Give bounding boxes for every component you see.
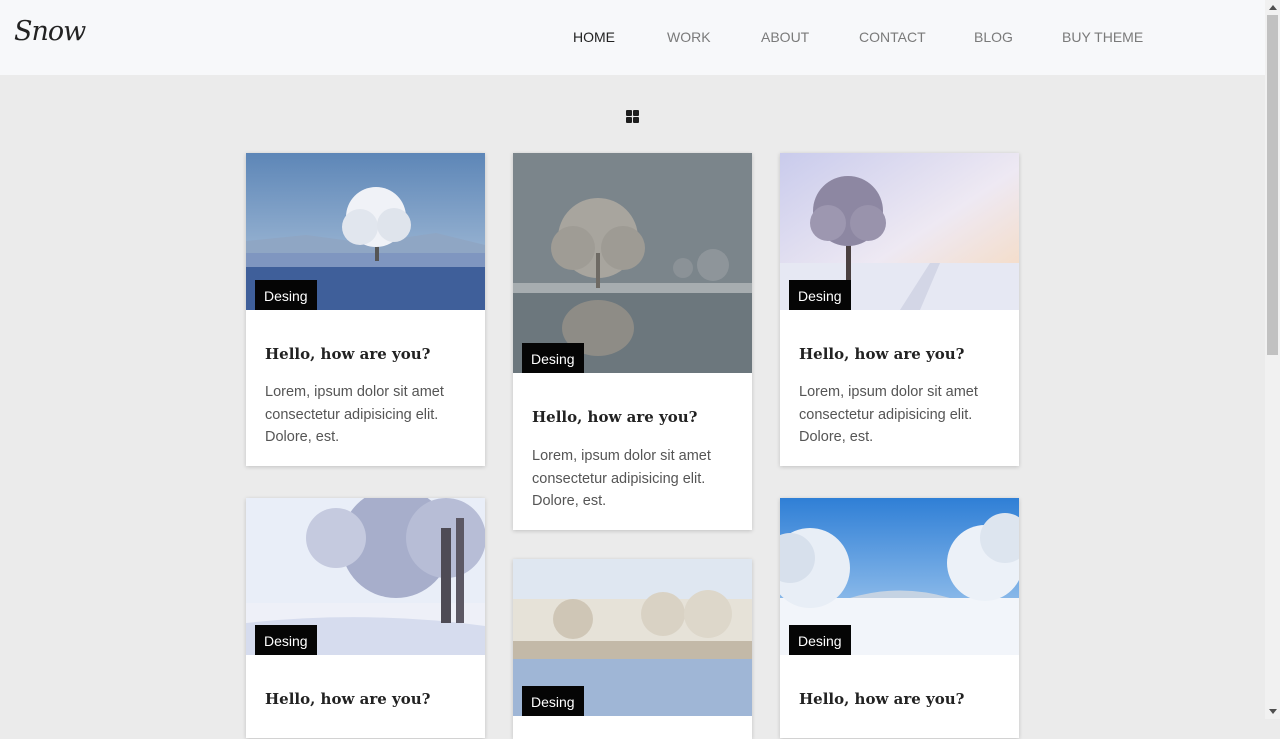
card-image: Desing xyxy=(246,153,485,310)
site-header: Snow HOME WORK ABOUT CONTACT BLOG BUY TH… xyxy=(0,0,1265,75)
card-image: Desing xyxy=(780,498,1019,655)
nav-blog[interactable]: BLOG xyxy=(974,29,1013,45)
card-image: Desing xyxy=(780,153,1019,310)
post-card[interactable]: Desing Hello, how are you? Lorem, ipsum … xyxy=(780,153,1019,466)
card-title[interactable]: Hello, how are you? xyxy=(532,408,697,426)
card-excerpt: Lorem, ipsum dolor sit amet consectetur … xyxy=(799,384,978,445)
nav-about[interactable]: ABOUT xyxy=(761,29,809,45)
nav-home[interactable]: HOME xyxy=(573,29,615,45)
card-image: Desing xyxy=(513,559,752,716)
card-image: Desing xyxy=(513,153,752,373)
nav-contact[interactable]: CONTACT xyxy=(859,29,926,45)
grid-icon[interactable] xyxy=(626,110,639,123)
card-image: Desing xyxy=(246,498,485,655)
scroll-thumb[interactable] xyxy=(1267,15,1278,355)
post-card[interactable]: Desing xyxy=(513,559,752,739)
category-badge[interactable]: Desing xyxy=(522,686,584,716)
scroll-down-arrow-icon[interactable] xyxy=(1269,709,1277,714)
card-title[interactable]: Hello, how are you? xyxy=(799,345,964,363)
card-excerpt: Lorem, ipsum dolor sit amet consectetur … xyxy=(532,448,711,509)
post-card[interactable]: Desing Hello, how are you? Lorem, ipsum … xyxy=(246,153,485,466)
category-badge[interactable]: Desing xyxy=(522,343,584,373)
category-badge[interactable]: Desing xyxy=(789,280,851,310)
category-badge[interactable]: Desing xyxy=(255,625,317,655)
card-title[interactable]: Hello, how are you? xyxy=(265,345,430,363)
card-title[interactable]: Hello, how are you? xyxy=(265,690,430,708)
category-badge[interactable]: Desing xyxy=(255,280,317,310)
post-card[interactable]: Desing Hello, how are you? Lorem, ipsum … xyxy=(513,153,752,530)
card-title[interactable]: Hello, how are you? xyxy=(799,690,964,708)
category-badge[interactable]: Desing xyxy=(789,625,851,655)
scroll-up-arrow-icon[interactable] xyxy=(1269,5,1277,10)
post-card[interactable]: Desing Hello, how are you? xyxy=(246,498,485,738)
nav-work[interactable]: WORK xyxy=(667,29,711,45)
site-logo[interactable]: Snow xyxy=(14,16,86,47)
nav-buy-theme[interactable]: BUY THEME xyxy=(1062,29,1143,45)
vertical-scrollbar[interactable] xyxy=(1265,0,1280,719)
post-card[interactable]: Desing Hello, how are you? xyxy=(780,498,1019,738)
card-excerpt: Lorem, ipsum dolor sit amet consectetur … xyxy=(265,384,444,445)
